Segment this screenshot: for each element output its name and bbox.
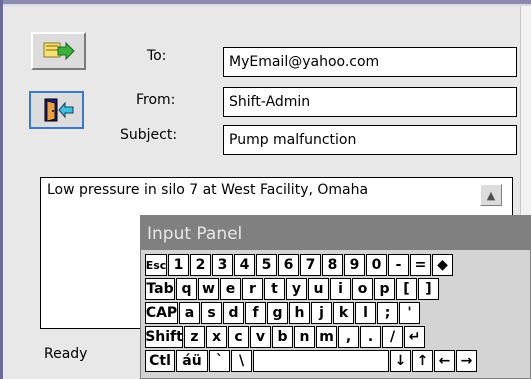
key-s[interactable]: s: [201, 302, 222, 324]
key-a[interactable]: a: [179, 302, 200, 324]
key-p[interactable]: p: [374, 278, 395, 300]
key-m[interactable]: m: [316, 326, 337, 348]
key-u[interactable]: u: [308, 278, 329, 300]
key-caps-lock[interactable]: CAP: [145, 302, 178, 324]
send-mail-icon: [43, 41, 75, 61]
key-x[interactable]: x: [206, 326, 227, 348]
status-text: Ready: [44, 346, 88, 362]
keyboard-row-1: Esc 1 2 3 4 5 6 7 8 9 0 - = ◆: [145, 254, 529, 277]
key-arrow-left[interactable]: ←: [434, 350, 455, 372]
key-period[interactable]: .: [360, 326, 381, 348]
exit-door-icon: [44, 98, 73, 122]
exit-button[interactable]: [29, 91, 84, 129]
keyboard-row-5: Ctl áü ` \ ↓ ↑ ← →: [145, 350, 529, 373]
key-2[interactable]: 2: [190, 254, 211, 276]
key-ctrl[interactable]: Ctl: [145, 350, 175, 372]
soft-keyboard: Esc 1 2 3 4 5 6 7 8 9 0 - = ◆ Tab q w e …: [145, 254, 529, 374]
key-f[interactable]: f: [245, 302, 266, 324]
key-9[interactable]: 9: [344, 254, 365, 276]
key-right-bracket[interactable]: ]: [418, 278, 439, 300]
key-backtick[interactable]: `: [209, 350, 230, 372]
key-7[interactable]: 7: [300, 254, 321, 276]
key-0[interactable]: 0: [366, 254, 387, 276]
key-1[interactable]: 1: [168, 254, 189, 276]
key-comma[interactable]: ,: [338, 326, 359, 348]
keyboard-row-3: CAP a s d f g h j k l ; ': [145, 302, 529, 325]
key-r[interactable]: r: [242, 278, 263, 300]
keyboard-row-4: Shift z x c v b n m , . / ↵: [145, 326, 529, 349]
key-g[interactable]: g: [267, 302, 288, 324]
key-3[interactable]: 3: [212, 254, 233, 276]
key-k[interactable]: k: [333, 302, 354, 324]
key-b[interactable]: b: [272, 326, 293, 348]
key-space[interactable]: [253, 350, 389, 372]
input-panel: Input Panel Esc 1 2 3 4 5 6 7 8 9 0 - = …: [140, 215, 531, 379]
key-w[interactable]: w: [198, 278, 219, 300]
input-panel-title[interactable]: Input Panel: [141, 216, 530, 250]
key-t[interactable]: t: [264, 278, 285, 300]
key-j[interactable]: j: [311, 302, 332, 324]
key-esc[interactable]: Esc: [145, 254, 167, 276]
from-label: From:: [136, 92, 176, 108]
scroll-up-button[interactable]: ▲: [480, 184, 502, 206]
keyboard-row-2: Tab q w e r t y u i o p [ ]: [145, 278, 529, 301]
to-field[interactable]: MyEmail@yahoo.com: [223, 47, 517, 77]
key-left-bracket[interactable]: [: [396, 278, 417, 300]
key-arrow-right[interactable]: →: [456, 350, 477, 372]
key-minus[interactable]: -: [388, 254, 409, 276]
message-body-text: Low pressure in silo 7 at West Facility,…: [47, 182, 369, 198]
key-backslash[interactable]: \: [231, 350, 252, 372]
key-5[interactable]: 5: [256, 254, 277, 276]
key-arrow-down[interactable]: ↓: [390, 350, 411, 372]
key-e[interactable]: e: [220, 278, 241, 300]
key-equals[interactable]: =: [410, 254, 431, 276]
key-arrow-up[interactable]: ↑: [412, 350, 433, 372]
key-o[interactable]: o: [352, 278, 373, 300]
key-h[interactable]: h: [289, 302, 310, 324]
key-i[interactable]: i: [330, 278, 351, 300]
key-z[interactable]: z: [184, 326, 205, 348]
subject-field[interactable]: Pump malfunction: [223, 125, 517, 155]
subject-label: Subject:: [120, 127, 178, 143]
scroll-up-arrow-icon: ▲: [486, 188, 496, 202]
from-field[interactable]: Shift-Admin: [223, 87, 517, 117]
key-apostrophe[interactable]: ': [399, 302, 420, 324]
key-slash[interactable]: /: [382, 326, 403, 348]
key-6[interactable]: 6: [278, 254, 299, 276]
key-tab[interactable]: Tab: [145, 278, 175, 300]
key-q[interactable]: q: [176, 278, 197, 300]
key-4[interactable]: 4: [234, 254, 255, 276]
key-n[interactable]: n: [294, 326, 315, 348]
key-c[interactable]: c: [228, 326, 249, 348]
to-label: To:: [147, 48, 167, 64]
key-international[interactable]: áü: [176, 350, 208, 372]
key-shift[interactable]: Shift: [145, 326, 183, 348]
key-enter[interactable]: ↵: [404, 326, 425, 348]
key-d[interactable]: d: [223, 302, 244, 324]
send-button[interactable]: [31, 32, 86, 70]
key-y[interactable]: y: [286, 278, 307, 300]
key-l[interactable]: l: [355, 302, 376, 324]
email-compose-window: To: From: Subject: MyEmail@yahoo.com Shi…: [0, 0, 531, 379]
key-semicolon[interactable]: ;: [377, 302, 398, 324]
key-v[interactable]: v: [250, 326, 271, 348]
key-backspace[interactable]: ◆: [432, 254, 453, 276]
key-8[interactable]: 8: [322, 254, 343, 276]
